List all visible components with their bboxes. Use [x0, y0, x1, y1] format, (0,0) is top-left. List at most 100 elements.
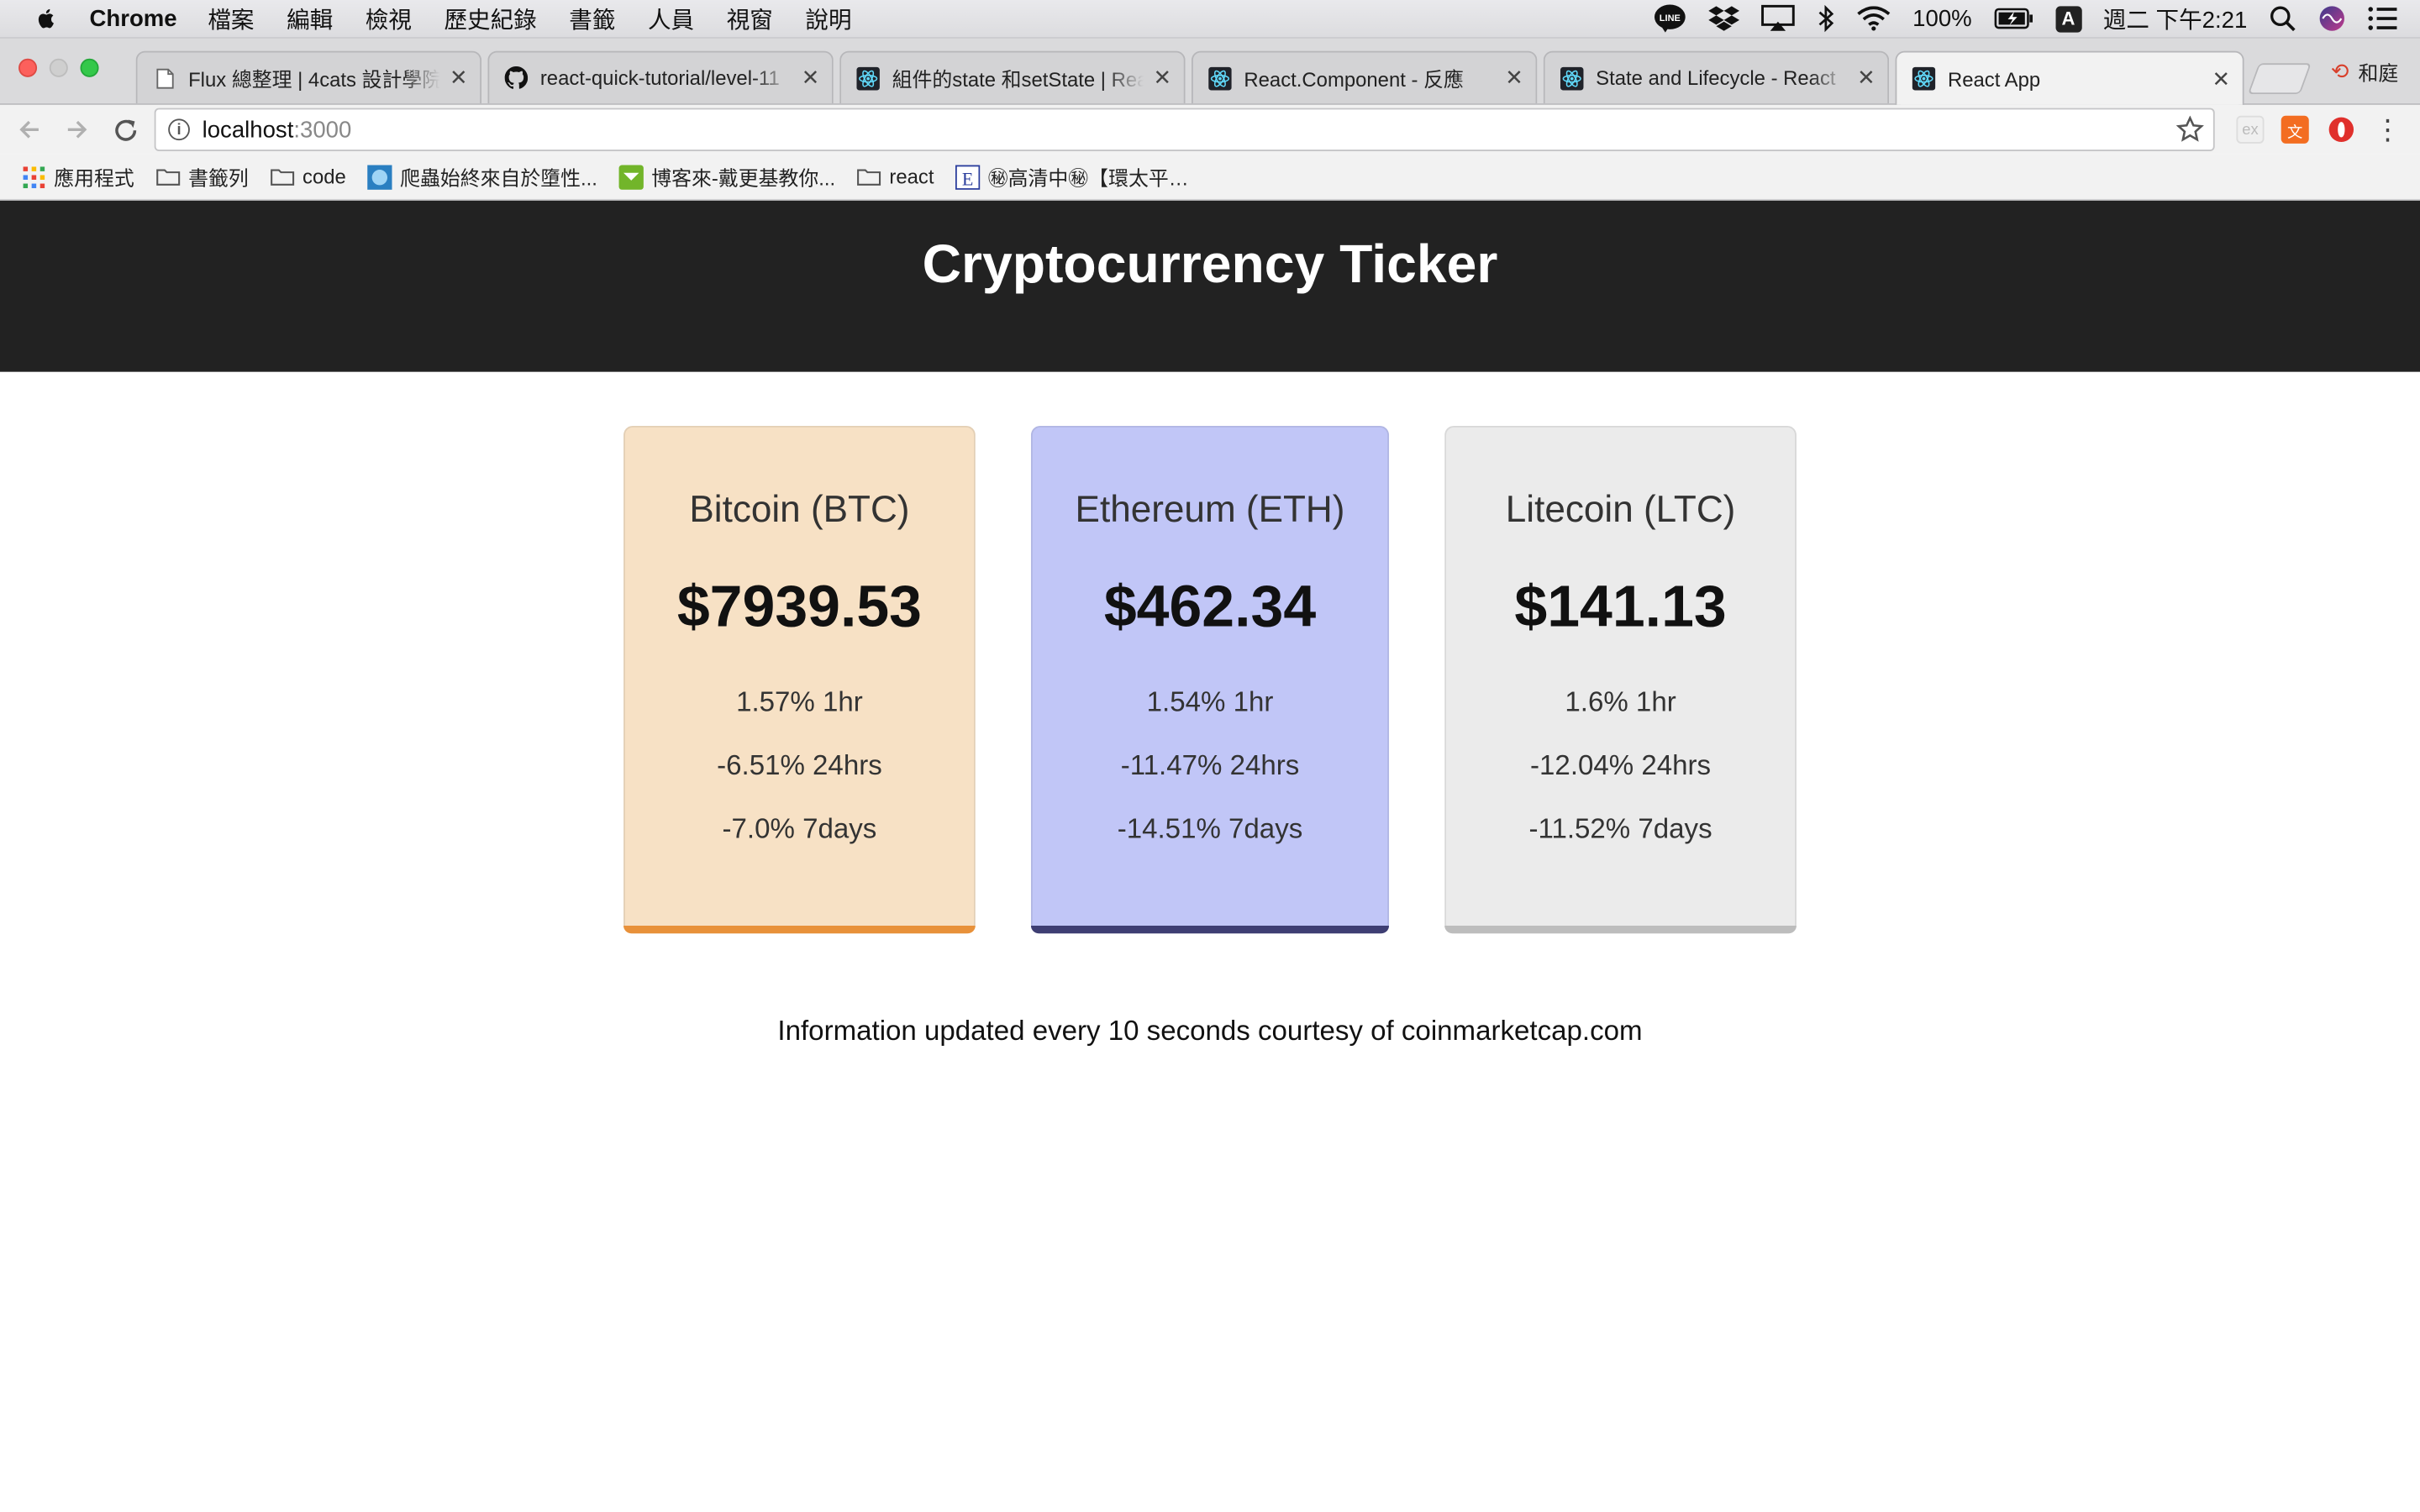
svg-text:E: E	[962, 167, 973, 188]
folder-icon	[156, 165, 181, 187]
airplay-icon[interactable]	[1761, 4, 1796, 33]
menu-view[interactable]: 檢視	[366, 3, 412, 35]
change-7d: -14.51% 7days	[1117, 812, 1303, 844]
page-viewport: Cryptocurrency Ticker Bitcoin (BTC) $793…	[0, 200, 2420, 1512]
bookmark-label: 博客來-戴更基教你...	[651, 166, 836, 190]
bookmark-label: ㊙高清中㊙【環太平…	[987, 166, 1189, 190]
tab-title: react-quick-tutorial/level-11	[539, 66, 780, 90]
tab-title: 組件的state 和setState | React	[892, 67, 1144, 92]
crypto-card-ltc: Litecoin (LTC) $141.13 1.6% 1hr -12.04% …	[1444, 425, 1797, 934]
bookmark-link[interactable]: 爬蟲始終來自於墮性...	[367, 162, 597, 192]
browser-menu-icon[interactable]: ⋮	[2374, 113, 2402, 144]
bookmark-folder[interactable]: react	[857, 165, 934, 189]
notification-center-icon[interactable]	[2368, 6, 2399, 30]
close-window-button[interactable]	[18, 58, 38, 77]
crypto-card-btc: Bitcoin (BTC) $7939.53 1.57% 1hr -6.51% …	[623, 425, 976, 934]
menu-help[interactable]: 說明	[805, 3, 851, 35]
menu-history[interactable]: 歷史紀錄	[444, 3, 536, 35]
apps-grid-icon	[22, 165, 46, 188]
tab-title: React App	[1947, 66, 2041, 91]
minimize-window-button[interactable]	[49, 58, 68, 77]
browser-tab[interactable]: 組件的state 和setState | React ✕	[839, 50, 1186, 104]
input-method-indicator[interactable]: A	[2054, 5, 2082, 32]
change-1h: 1.6% 1hr	[1565, 686, 1676, 718]
menu-edit[interactable]: 編輯	[287, 3, 333, 35]
address-bar[interactable]: i localhost:3000	[154, 108, 2215, 152]
apple-icon[interactable]	[34, 6, 58, 30]
browser-tab[interactable]: React.Component - 反應 ✕	[1191, 50, 1538, 104]
close-tab-icon[interactable]: ✕	[1857, 65, 1876, 91]
bookmark-folder[interactable]: code	[270, 165, 346, 189]
extension-translate-icon[interactable]: 文	[2281, 115, 2309, 144]
bookmark-apps[interactable]: 應用程式	[22, 162, 134, 192]
bookmark-label: 應用程式	[54, 166, 134, 190]
site-icon: E	[955, 164, 981, 190]
menu-window[interactable]: 視窗	[727, 3, 773, 35]
react-icon	[856, 66, 880, 90]
back-arrow-icon[interactable]	[14, 114, 45, 145]
browser-tab[interactable]: react-quick-tutorial/level-11 ✕	[487, 50, 834, 104]
macos-menu-bar: Chrome 檔案 編輯 檢視 歷史紀錄 書籤 人員 視窗 說明 LINE 10…	[0, 0, 2420, 39]
update-info-text: Information updated every 10 seconds cou…	[777, 1015, 1643, 1047]
new-tab-button[interactable]	[2247, 63, 2312, 95]
reload-icon[interactable]	[109, 114, 140, 145]
site-icon	[618, 164, 644, 190]
siri-icon[interactable]	[2318, 5, 2346, 33]
browser-tab[interactable]: Flux 總整理 | 4cats 設計學院 ✕	[135, 50, 482, 104]
close-tab-icon[interactable]: ✕	[1505, 65, 1523, 91]
battery-icon[interactable]	[1993, 8, 2033, 29]
react-icon	[1560, 66, 1584, 90]
dropbox-icon[interactable]	[1708, 5, 1740, 33]
coin-price: $462.34	[1103, 575, 1317, 641]
change-1h: 1.57% 1hr	[736, 686, 863, 718]
close-tab-icon[interactable]: ✕	[1154, 65, 1172, 91]
change-24h: -6.51% 24hrs	[717, 749, 882, 781]
bookmark-label: 書籤列	[188, 166, 249, 190]
url-port: :3000	[293, 116, 352, 143]
profile-button[interactable]: ⟲ 和庭	[2331, 57, 2398, 87]
forward-arrow-icon[interactable]	[61, 114, 92, 145]
tab-title: React.Component - 反應	[1244, 67, 1464, 92]
profile-name: 和庭	[2358, 61, 2399, 86]
app-header: Cryptocurrency Ticker	[0, 200, 2420, 372]
bookmark-label: code	[302, 165, 346, 189]
tab-strip: Flux 總整理 | 4cats 設計學院 ✕ react-quick-tuto…	[0, 38, 2420, 105]
change-7d: -11.52% 7days	[1528, 812, 1712, 844]
battery-percent: 100%	[1912, 5, 1972, 32]
wifi-icon[interactable]	[1857, 6, 1891, 31]
bookmark-folder[interactable]: 書籤列	[156, 162, 249, 192]
change-7d: -7.0% 7days	[722, 812, 877, 844]
browser-toolbar: i localhost:3000 ex 文 ⋮	[0, 104, 2420, 155]
bluetooth-icon[interactable]	[1817, 4, 1835, 33]
github-icon	[504, 66, 529, 90]
extension-ex-icon[interactable]: ex	[2236, 115, 2265, 144]
browser-tab-active[interactable]: React App ✕	[1895, 50, 2244, 105]
bookmark-link[interactable]: E ㊙高清中㊙【環太平…	[955, 162, 1189, 192]
menu-clock[interactable]: 週二 下午2:21	[2103, 3, 2248, 35]
close-tab-icon[interactable]: ✕	[2212, 66, 2231, 92]
card-accent-bar	[623, 926, 976, 934]
menu-bookmarks[interactable]: 書籤	[569, 3, 615, 35]
site-info-icon[interactable]: i	[168, 118, 190, 141]
extension-shield-icon[interactable]	[2328, 116, 2355, 144]
spotlight-search-icon[interactable]	[2269, 5, 2296, 33]
bookmark-link[interactable]: 博客來-戴更基教你...	[618, 162, 836, 192]
window-controls	[18, 58, 99, 77]
close-tab-icon[interactable]: ✕	[450, 65, 468, 91]
tab-title: State and Lifecycle - React	[1596, 66, 1836, 90]
change-1h: 1.54% 1hr	[1146, 686, 1274, 718]
menu-file[interactable]: 檔案	[208, 3, 254, 35]
card-accent-bar	[1444, 926, 1797, 934]
bookmark-label: react	[889, 165, 934, 189]
react-icon	[1912, 66, 1936, 91]
menu-app-name[interactable]: Chrome	[90, 5, 177, 31]
zoom-window-button[interactable]	[80, 58, 99, 77]
folder-icon	[270, 165, 295, 187]
browser-tab[interactable]: State and Lifecycle - React ✕	[1543, 50, 1890, 104]
menu-people[interactable]: 人員	[648, 3, 694, 35]
site-icon	[367, 164, 392, 190]
line-app-icon[interactable]: LINE	[1654, 3, 1687, 34]
close-tab-icon[interactable]: ✕	[802, 65, 820, 91]
crypto-card-eth: Ethereum (ETH) $462.34 1.54% 1hr -11.47%…	[1030, 425, 1390, 934]
bookmark-star-icon[interactable]	[2175, 115, 2204, 144]
